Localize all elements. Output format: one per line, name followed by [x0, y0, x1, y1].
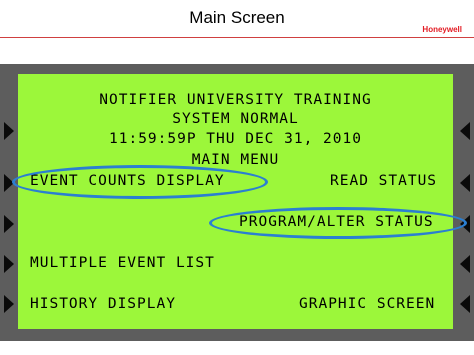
soft-key-left-4-icon[interactable] [4, 255, 14, 273]
lcd-header: NOTIFIER UNIVERSITY TRAINING [99, 92, 372, 108]
slide-title: Main Screen [189, 8, 285, 27]
menu-option-read-status[interactable]: READ STATUS [330, 173, 437, 189]
highlight-ring-program-alter [209, 207, 467, 239]
soft-key-right-5-icon[interactable] [460, 295, 470, 313]
menu-option-history[interactable]: HISTORY DISPLAY [30, 296, 176, 312]
date-time: 11:59:59P THU DEC 31, 2010 [109, 131, 362, 147]
menu-option-graphic[interactable]: GRAPHIC SCREEN [299, 296, 435, 312]
soft-key-left-3-icon[interactable] [4, 215, 14, 233]
soft-key-left-1-icon[interactable] [4, 122, 14, 140]
highlight-ring-event-counts [12, 165, 268, 199]
soft-key-right-2-icon[interactable] [460, 174, 470, 192]
soft-key-left-5-icon[interactable] [4, 295, 14, 313]
system-status: SYSTEM NORMAL [172, 111, 299, 127]
honeywell-logo: Honeywell [422, 25, 462, 34]
title-divider [0, 37, 474, 38]
menu-option-multiple-event[interactable]: MULTIPLE EVENT LIST [30, 255, 215, 271]
soft-key-right-1-icon[interactable] [460, 122, 470, 140]
menu-title: MAIN MENU [191, 152, 280, 168]
soft-key-right-4-icon[interactable] [460, 255, 470, 273]
